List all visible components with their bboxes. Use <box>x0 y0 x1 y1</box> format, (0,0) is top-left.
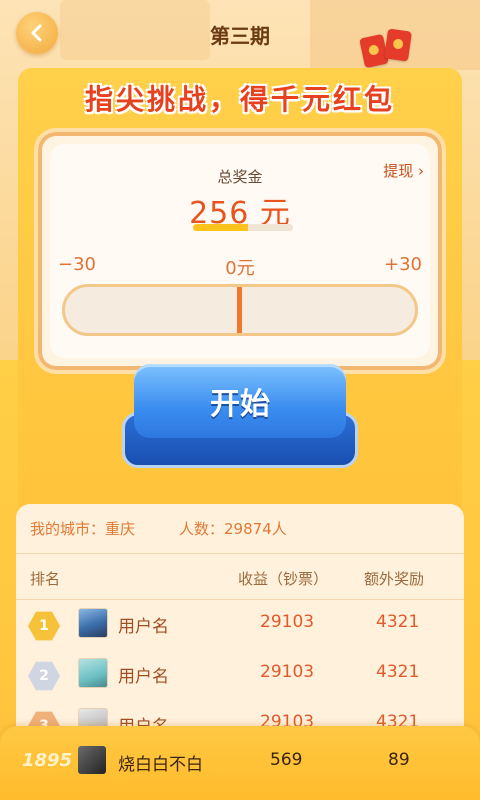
column-rank: 排名 <box>30 570 61 588</box>
slogan-banner: 指尖挑战，得千元红包 <box>84 83 395 116</box>
my-income: 569 <box>270 750 303 770</box>
start-button-label: 开始 <box>210 387 270 422</box>
avatar <box>78 746 106 774</box>
city-text: 我的城市：重庆 <box>30 520 136 538</box>
game-screen: 总奖金 提现 › 256 元 −30 0元 +30 <box>34 128 446 374</box>
leaderboard-row[interactable]: 2 用户名 29103 4321 <box>16 650 464 700</box>
start-button[interactable]: 开始 <box>122 364 358 468</box>
my-rank-row[interactable]: 1895 烧白白不白 569 89 <box>0 726 480 800</box>
leaderboard-header: 排名 收益（钞票） 额外奖励 <box>16 554 464 600</box>
scale-max-label: +30 <box>384 254 422 275</box>
my-rank: 1895 <box>22 750 73 771</box>
leaderboard-info: 我的城市：重庆 人数：29874人 <box>16 504 464 554</box>
column-income: 收益（钞票） <box>238 570 329 588</box>
user-name: 用户名 <box>118 667 169 687</box>
avatar <box>78 608 108 638</box>
game-screen-inner: 总奖金 提现 › 256 元 −30 0元 +30 <box>50 144 430 358</box>
slider-scale: −30 0元 +30 <box>50 254 430 279</box>
user-name: 用户名 <box>118 617 169 637</box>
rank-badge-icon: 1 <box>28 611 60 641</box>
column-bonus: 额外奖励 <box>364 570 425 588</box>
player-count-text: 人数：29874人 <box>179 520 287 538</box>
prize-progress-bar <box>193 224 293 231</box>
scale-mid-label: 0元 <box>225 258 255 279</box>
user-bonus: 4321 <box>376 612 420 632</box>
my-bonus: 89 <box>388 750 410 770</box>
slider-track[interactable] <box>62 284 418 336</box>
prize-progress-fill <box>193 224 248 231</box>
rank-badge-icon: 2 <box>28 661 60 691</box>
user-income: 29103 <box>260 612 315 632</box>
leaderboard-row[interactable]: 1 用户名 29103 4321 <box>16 600 464 650</box>
avatar <box>78 658 108 688</box>
prize-label: 总奖金 <box>217 168 263 186</box>
slider-needle[interactable] <box>237 287 242 333</box>
user-bonus: 4321 <box>376 662 420 682</box>
my-name: 烧白白不白 <box>118 755 203 775</box>
withdraw-link[interactable]: 提现 › <box>383 160 424 181</box>
user-income: 29103 <box>260 662 315 682</box>
start-button-face[interactable]: 开始 <box>134 364 346 438</box>
page-title: 第三期 <box>210 24 270 48</box>
